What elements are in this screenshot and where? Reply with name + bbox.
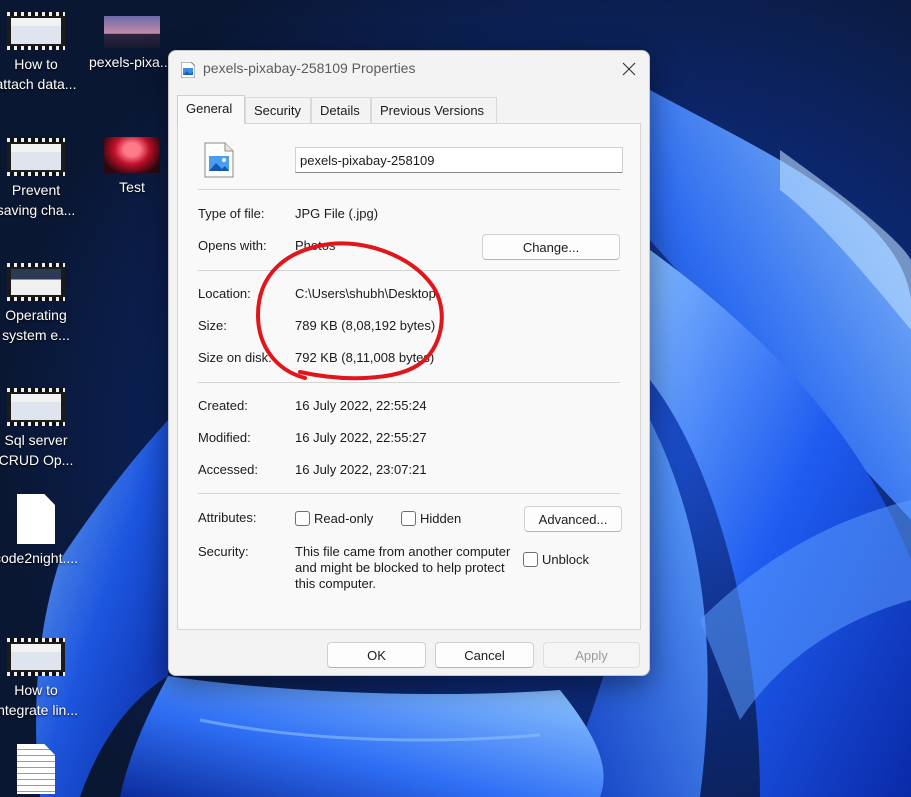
checkbox-box[interactable]: [523, 552, 538, 567]
desktop-icon-label: Test: [119, 179, 145, 195]
image-file-icon: [181, 62, 195, 78]
type-of-file-value: JPG File (.jpg): [295, 206, 379, 221]
read-only-label: Read-only: [314, 511, 374, 526]
desktop-icon-sql-server[interactable]: Sql server CRUD Op...: [0, 388, 84, 470]
desktop-icon-label: code2night....: [0, 550, 79, 566]
desktop-icon-label: Operating: [5, 307, 67, 323]
accessed-label: Accessed:: [198, 462, 258, 477]
checkbox-box[interactable]: [295, 511, 310, 526]
tab-previous-versions[interactable]: Previous Versions: [371, 97, 497, 123]
tab-general[interactable]: General: [177, 95, 245, 124]
image-file-icon: [204, 142, 234, 178]
image-thumbnail-icon: [104, 16, 160, 48]
divider: [198, 493, 620, 494]
unblock-label: Unblock: [542, 552, 589, 567]
text-document-icon: [17, 744, 55, 794]
close-icon: [622, 62, 636, 76]
size-on-disk-value: 792 KB (8,11,008 bytes): [295, 350, 435, 365]
opens-with-label: Opens with:: [198, 238, 267, 253]
opens-with-value: Photos: [295, 238, 336, 253]
desktop-icon-operating-system[interactable]: Operating system e...: [0, 263, 84, 345]
tab-security[interactable]: Security: [245, 97, 311, 123]
desktop-icon-code2night[interactable]: code2night....: [0, 494, 84, 568]
divider: [198, 189, 620, 190]
accessed-value: 16 July 2022, 23:07:21: [295, 462, 427, 477]
unblock-checkbox[interactable]: Unblock: [523, 552, 589, 567]
desktop-icon-label: Sql server: [4, 432, 68, 448]
divider: [198, 382, 620, 383]
read-only-checkbox[interactable]: Read-only: [295, 511, 373, 526]
desktop-icon-test[interactable]: Test: [84, 137, 180, 197]
location-label: Location:: [198, 286, 251, 301]
desktop-icon-how-to-attach[interactable]: How to attach data...: [0, 12, 84, 94]
modified-label: Modified:: [198, 430, 251, 445]
change-button[interactable]: Change...: [482, 234, 620, 260]
video-thumbnail-icon: [7, 638, 65, 676]
desktop-icon-how-to-integrate[interactable]: How to integrate lin...: [0, 638, 84, 720]
ok-button[interactable]: OK: [327, 642, 426, 668]
location-value: C:\Users\shubh\Desktop: [295, 286, 436, 301]
checkbox-box[interactable]: [401, 511, 416, 526]
modified-value: 16 July 2022, 22:55:27: [295, 430, 427, 445]
desktop-icon-label: integrate lin...: [0, 702, 79, 718]
desktop-icon-label: How to: [14, 56, 58, 72]
close-button[interactable]: [615, 57, 643, 81]
security-message: This file came from another computer and…: [295, 544, 511, 591]
type-of-file-label: Type of file:: [198, 206, 265, 221]
desktop-icon-label: system e...: [2, 327, 70, 343]
created-value: 16 July 2022, 22:55:24: [295, 398, 427, 413]
desktop-icon-label: CRUD Op...: [0, 452, 74, 468]
security-label: Security:: [198, 544, 249, 559]
desktop-icon-pexels-image[interactable]: pexels-pixa...: [82, 16, 182, 72]
desktop-icon-label: How to: [14, 682, 58, 698]
desktop-icon-label: attach data...: [0, 76, 77, 92]
size-label: Size:: [198, 318, 227, 333]
size-value: 789 KB (8,08,192 bytes): [295, 318, 436, 333]
dialog-title: pexels-pixabay-258109 Properties: [203, 60, 416, 76]
file-name-input[interactable]: [295, 147, 623, 173]
attributes-label: Attributes:: [198, 510, 257, 525]
advanced-button[interactable]: Advanced...: [524, 506, 622, 532]
divider: [198, 270, 620, 271]
apply-button[interactable]: Apply: [543, 642, 640, 668]
size-on-disk-label: Size on disk:: [198, 350, 272, 365]
cancel-button[interactable]: Cancel: [435, 642, 534, 668]
video-thumbnail-icon: [7, 388, 65, 426]
desktop-icon-label: Prevent: [11, 182, 61, 198]
general-tab-panel: Type of file: JPG File (.jpg) Opens with…: [177, 123, 641, 630]
properties-dialog: pexels-pixabay-258109 Properties General…: [168, 50, 650, 676]
tab-details[interactable]: Details: [311, 97, 371, 123]
hidden-label: Hidden: [420, 511, 462, 526]
video-thumbnail-icon: [7, 12, 65, 50]
video-thumbnail-icon: [7, 138, 65, 176]
desktop-icon-label: pexels-pixa...: [89, 54, 172, 70]
video-thumbnail-icon: [7, 263, 65, 301]
document-icon: [17, 494, 55, 544]
created-label: Created:: [198, 398, 248, 413]
image-thumbnail-icon: [104, 137, 160, 173]
desktop-icon-prevent-saving[interactable]: Prevent saving cha...: [0, 138, 84, 220]
desktop-icon-text-document[interactable]: [0, 744, 84, 797]
hidden-checkbox[interactable]: Hidden: [401, 511, 461, 526]
desktop-icon-label: saving cha...: [0, 202, 76, 218]
